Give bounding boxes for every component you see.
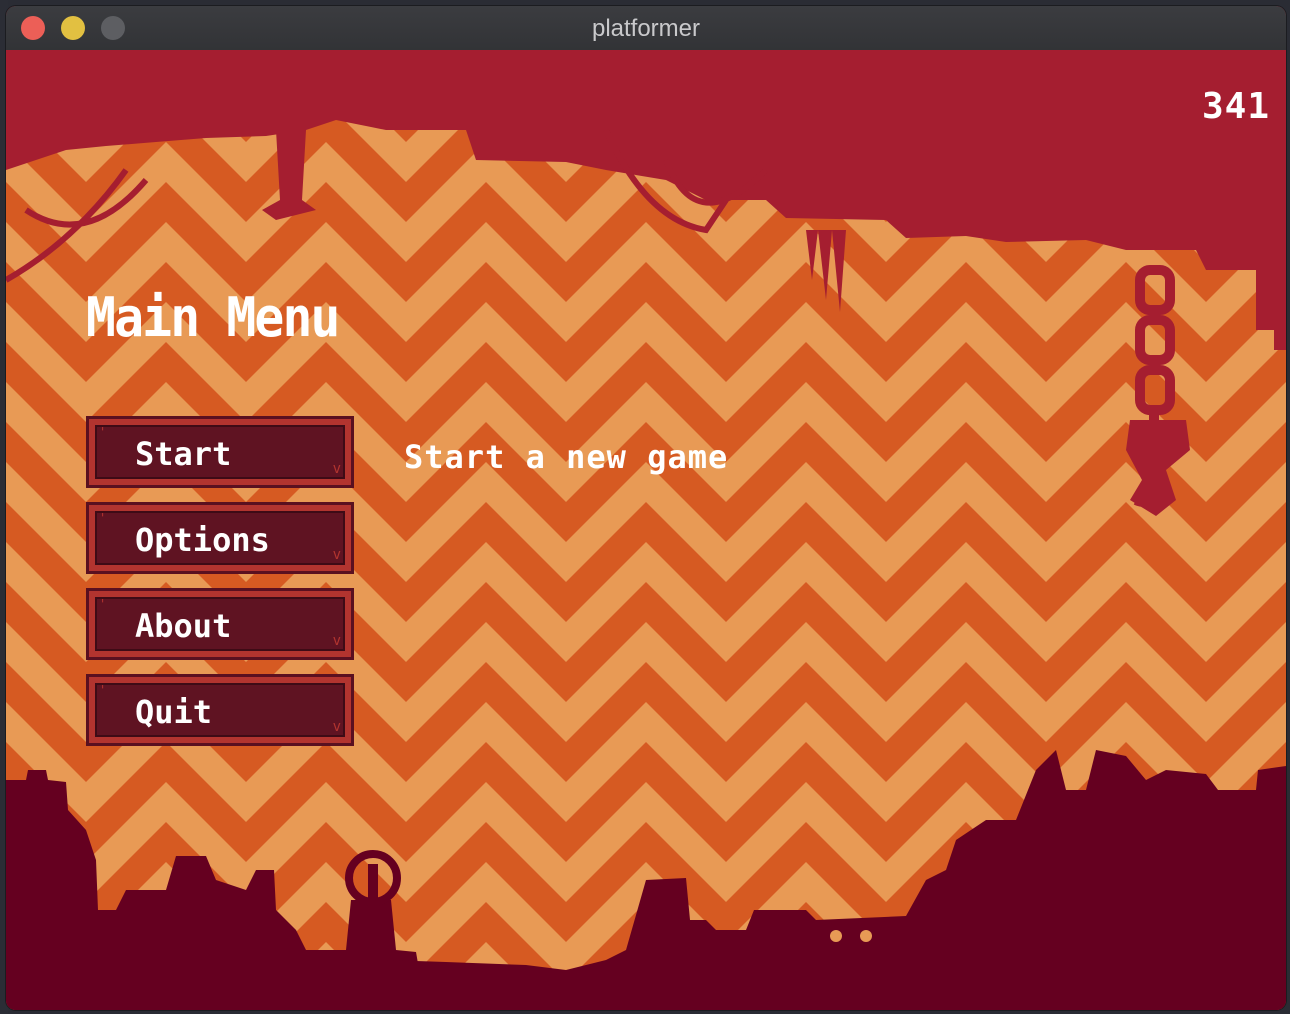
button-corner-mark: ' bbox=[99, 683, 107, 697]
fps-counter: 341 bbox=[1201, 86, 1270, 127]
button-corner-mark: v bbox=[332, 719, 341, 735]
button-corner-mark: ' bbox=[99, 425, 107, 439]
main-menu-title: Main Menu bbox=[86, 286, 340, 349]
start-button-label: Start bbox=[135, 435, 232, 473]
menu-item-description: Start a new game bbox=[404, 438, 729, 476]
window-title: platformer bbox=[591, 15, 701, 42]
button-corner-mark: v bbox=[332, 547, 341, 563]
floor bbox=[6, 994, 1286, 1010]
button-corner-mark: ' bbox=[99, 511, 107, 525]
quit-button[interactable]: ' Quit v bbox=[86, 674, 354, 746]
game-canvas: 341 Main Menu ' Start v ' Options v ' Ab… bbox=[6, 50, 1286, 1010]
button-face bbox=[95, 683, 345, 737]
about-button-label: About bbox=[135, 607, 232, 645]
button-corner-mark: v bbox=[332, 633, 341, 649]
title-bar[interactable]: platformer bbox=[6, 6, 1286, 51]
options-button[interactable]: ' Options v bbox=[86, 502, 354, 574]
options-button-label: Options bbox=[135, 521, 270, 559]
game-window: platformer 341 Main Menu ' Start v ' Opt… bbox=[6, 6, 1286, 1010]
about-button[interactable]: ' About v bbox=[86, 588, 354, 660]
quit-button-label: Quit bbox=[135, 693, 213, 731]
button-corner-mark: v bbox=[332, 461, 341, 477]
button-corner-mark: ' bbox=[99, 597, 107, 611]
start-button[interactable]: ' Start v bbox=[86, 416, 354, 488]
